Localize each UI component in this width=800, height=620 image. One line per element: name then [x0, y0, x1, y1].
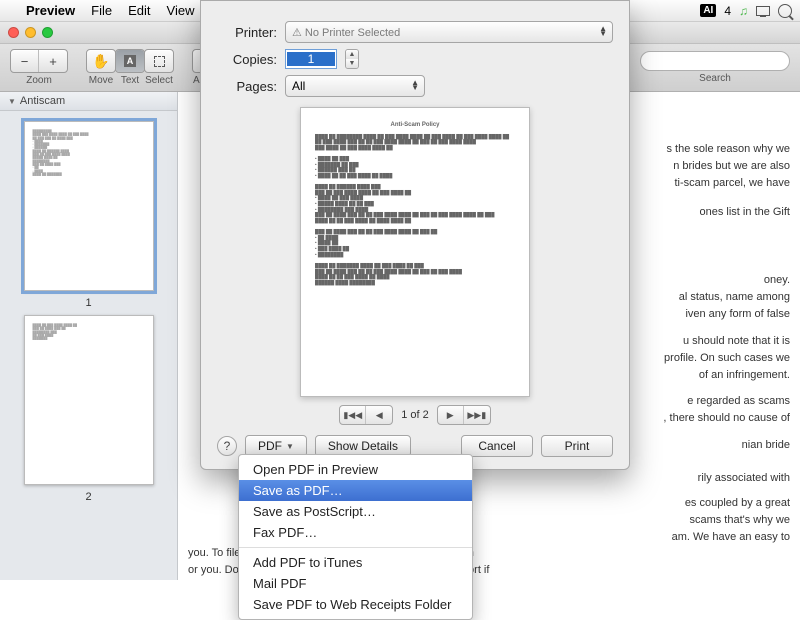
- move-label: Move: [89, 75, 113, 86]
- sidebar-title: Antiscam: [20, 95, 65, 107]
- pdf-menu-item[interactable]: Save as PostScript…: [239, 501, 472, 522]
- zoom-control[interactable]: − +: [10, 49, 68, 73]
- move-tool-button[interactable]: ✋: [87, 50, 115, 72]
- select-arrows-icon: ▲▼: [411, 81, 418, 91]
- search-label: Search: [699, 73, 731, 84]
- menu-separator: [239, 547, 472, 548]
- print-dialog: Printer: ⚠︎ No Printer Selected ▲▼ Copie…: [200, 0, 630, 470]
- cancel-button[interactable]: Cancel: [461, 435, 533, 457]
- close-window-button[interactable]: [8, 27, 19, 38]
- menubar-tray: AI 4 ♫: [700, 4, 792, 18]
- zoom-window-button[interactable]: [42, 27, 53, 38]
- prev-page-button[interactable]: ◀: [366, 406, 392, 424]
- pdf-menu-item[interactable]: Save as PDF…: [239, 480, 472, 501]
- pdf-menu-item[interactable]: Mail PDF: [239, 573, 472, 594]
- stepper-down-icon[interactable]: ▼: [346, 59, 358, 68]
- select-tool-button[interactable]: [145, 50, 173, 72]
- dropdown-arrow-icon: ▼: [286, 442, 294, 451]
- page-number-1: 1: [85, 297, 91, 309]
- pages-select[interactable]: All ▲▼: [285, 75, 425, 97]
- pdf-menu-item[interactable]: Open PDF in Preview: [239, 459, 472, 480]
- pdf-menu-item[interactable]: Add PDF to iTunes: [239, 552, 472, 573]
- text-label: Text: [121, 75, 139, 86]
- page-thumbnail-2[interactable]: ████ ██ ███ ████ ████ █████ ██ ████ ███ …: [24, 315, 154, 485]
- pdf-button-label: PDF: [258, 439, 282, 453]
- search-input[interactable]: [640, 51, 790, 71]
- sidebar-header: ▼ Antiscam: [0, 92, 177, 111]
- help-button[interactable]: ?: [217, 436, 237, 456]
- itunes-icon[interactable]: ♫: [739, 4, 748, 18]
- first-page-button[interactable]: ▮◀◀: [340, 406, 366, 424]
- pages-label: Pages:: [217, 79, 277, 94]
- stepper-up-icon[interactable]: ▲: [346, 50, 358, 59]
- display-icon[interactable]: [756, 6, 770, 16]
- menu-view[interactable]: View: [159, 3, 203, 18]
- thumbnail-sidebar: ▼ Antiscam █████████████ ███ ████ ████ █…: [0, 92, 178, 580]
- print-button[interactable]: Print: [541, 435, 613, 457]
- pdf-dropdown-menu: Open PDF in PreviewSave as PDF…Save as P…: [238, 454, 473, 620]
- pdf-menu-item[interactable]: Save PDF to Web Receipts Folder: [239, 594, 472, 615]
- next-page-button[interactable]: ▶: [438, 406, 464, 424]
- preview-title: Anti-Scam Policy: [315, 122, 515, 130]
- last-page-button[interactable]: ▶▶▮: [464, 406, 490, 424]
- text-tool-button[interactable]: A: [116, 50, 144, 72]
- pdf-menu-item[interactable]: Fax PDF…: [239, 522, 472, 543]
- preview-page: Anti-Scam Policy ████ ██ ████████ ████ █…: [300, 107, 530, 397]
- pages-value: All: [292, 79, 305, 93]
- zoom-label: Zoom: [26, 75, 52, 86]
- page-indicator: 1 of 2: [401, 409, 429, 421]
- printer-select[interactable]: ⚠︎ No Printer Selected ▲▼: [285, 21, 613, 43]
- disclosure-triangle-icon[interactable]: ▼: [8, 97, 16, 106]
- preview-nav-next[interactable]: ▶ ▶▶▮: [437, 405, 491, 425]
- page-thumbnail-1[interactable]: █████████████ ███ ████ ████ ██ ███ █████…: [24, 121, 154, 291]
- menu-app[interactable]: Preview: [18, 3, 83, 18]
- spotlight-icon[interactable]: [778, 4, 792, 18]
- menu-file[interactable]: File: [83, 3, 120, 18]
- copies-stepper[interactable]: ▲▼: [345, 49, 359, 69]
- copies-value: 1: [287, 52, 335, 66]
- select-label: Select: [145, 75, 173, 86]
- copies-label: Copies:: [217, 52, 277, 67]
- zoom-out-button[interactable]: −: [11, 50, 39, 72]
- adobe-icon[interactable]: AI: [700, 4, 716, 17]
- printer-label: Printer:: [217, 25, 277, 40]
- copies-input[interactable]: 1: [285, 49, 337, 69]
- print-preview: Anti-Scam Policy ████ ██ ████████ ████ █…: [300, 107, 530, 425]
- preview-nav-prev[interactable]: ▮◀◀ ◀: [339, 405, 393, 425]
- printer-value: ⚠︎ No Printer Selected: [292, 26, 400, 39]
- minimize-window-button[interactable]: [25, 27, 36, 38]
- tray-number: 4: [724, 4, 731, 18]
- zoom-in-button[interactable]: +: [39, 50, 67, 72]
- menu-edit[interactable]: Edit: [120, 3, 158, 18]
- page-number-2: 2: [85, 491, 91, 503]
- select-arrows-icon: ▲▼: [599, 27, 606, 37]
